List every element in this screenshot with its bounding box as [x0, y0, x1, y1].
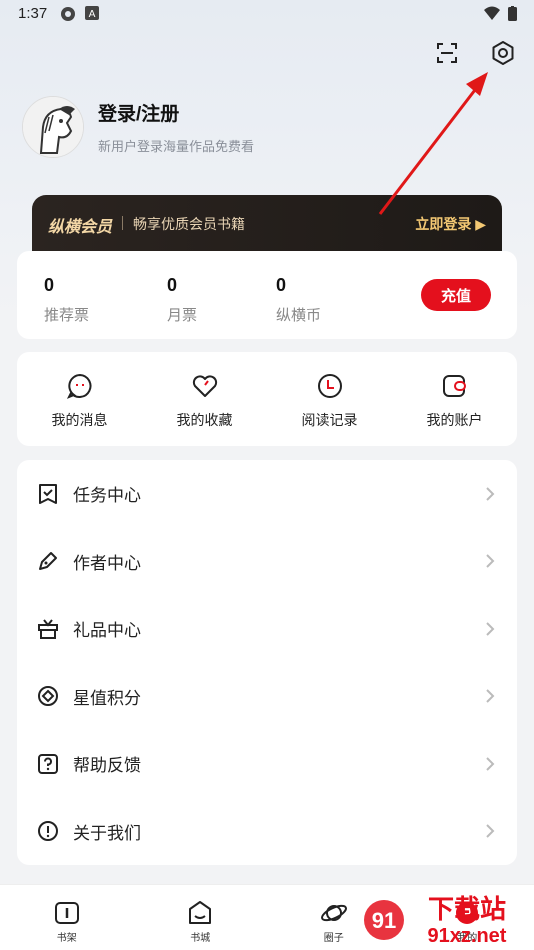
battery-icon	[508, 6, 517, 21]
pen-icon	[39, 552, 57, 571]
gear-icon	[492, 41, 514, 65]
tab-bookshelf[interactable]: 书架	[0, 885, 134, 950]
avatar-horse-icon	[23, 97, 83, 157]
vip-brand: 纵横会员	[48, 219, 113, 236]
clock-icon	[317, 374, 342, 398]
stat-coins[interactable]: 0 纵横币	[276, 275, 321, 325]
app-status-icon	[61, 7, 75, 21]
menu-item-tasks[interactable]: 任务中心	[17, 460, 517, 528]
login-subtitle: 新用户登录海量作品免费看	[98, 139, 255, 154]
vip-login-link[interactable]: 立即登录 ▶	[415, 213, 486, 234]
menu-item-about[interactable]: 关于我们	[17, 798, 517, 866]
stat-monthly-votes[interactable]: 0 月票	[167, 275, 197, 325]
help-icon	[38, 753, 58, 774]
svg-text:A: A	[89, 9, 96, 20]
quick-label: 我的消息	[51, 412, 108, 428]
settings-button[interactable]	[490, 40, 516, 66]
gift-icon	[38, 619, 58, 639]
scan-button[interactable]	[434, 40, 460, 66]
top-actions	[434, 40, 516, 66]
chevron-right-icon	[486, 689, 495, 703]
watermark-top: 下载站	[428, 895, 506, 925]
heart-icon	[192, 375, 217, 397]
quick-label: 我的收藏	[176, 412, 233, 428]
vip-description: 畅享优质会员书籍	[133, 216, 246, 232]
bookshelf-icon	[54, 902, 79, 924]
menu-item-help[interactable]: 帮助反馈	[17, 730, 517, 798]
chevron-right-icon	[486, 554, 495, 568]
menu-label: 礼品中心	[73, 621, 141, 641]
notification-a-icon: A	[85, 6, 99, 20]
quick-item-favorites[interactable]: 我的收藏	[142, 352, 267, 446]
svg-text:91: 91	[372, 908, 396, 933]
menu-list: 任务中心 作者中心 礼品中心 星值积分 帮助反馈 关于我们	[17, 460, 517, 865]
status-bar: 1:37 A	[0, 0, 534, 30]
site-watermark: 91 下载站 91xz.net	[364, 895, 507, 947]
wifi-icon	[484, 6, 500, 20]
quick-label: 阅读记录	[301, 412, 358, 428]
wallet-icon	[442, 375, 466, 397]
menu-label: 任务中心	[73, 486, 141, 506]
points-icon	[38, 686, 58, 707]
profile-text: 登录/注册 新用户登录海量作品免费看	[98, 99, 254, 155]
quick-item-history[interactable]: 阅读记录	[267, 352, 392, 446]
stats-card: 0 推荐票 0 月票 0 纵横币 充值	[17, 251, 517, 339]
info-icon	[38, 821, 58, 842]
stat-value: 0	[44, 275, 55, 295]
quick-item-messages[interactable]: 我的消息	[17, 352, 142, 446]
quick-item-account[interactable]: 我的账户	[392, 352, 517, 446]
tab-label: 圈子	[323, 933, 344, 944]
stat-label: 纵横币	[276, 307, 322, 324]
menu-label: 关于我们	[73, 823, 141, 843]
menu-label: 作者中心	[73, 553, 141, 573]
vip-banner[interactable]: 纵横会员 畅享优质会员书籍 立即登录 ▶	[32, 195, 502, 255]
bookstore-icon	[189, 901, 212, 924]
tab-bookstore[interactable]: 书城	[134, 885, 268, 950]
menu-label: 帮助反馈	[73, 756, 141, 776]
stat-label: 月票	[167, 307, 198, 324]
chevron-right-icon	[486, 487, 495, 501]
chevron-right-icon	[486, 757, 495, 771]
watermark-bottom: 91xz.net	[428, 925, 507, 947]
menu-label: 星值积分	[73, 688, 141, 708]
planet-icon	[320, 904, 347, 922]
recharge-button[interactable]: 充值	[421, 279, 491, 311]
menu-item-points[interactable]: 星值积分	[17, 663, 517, 731]
stat-value: 0	[167, 275, 178, 295]
profile-section[interactable]: 登录/注册 新用户登录海量作品免费看	[22, 96, 254, 158]
stat-recommend-votes[interactable]: 0 推荐票	[44, 275, 89, 325]
menu-item-gifts[interactable]: 礼品中心	[17, 595, 517, 663]
task-icon	[39, 483, 57, 504]
scan-icon	[437, 43, 457, 63]
avatar[interactable]	[22, 96, 84, 158]
quick-actions: 我的消息 我的收藏 阅读记录 我的账户	[17, 352, 517, 446]
menu-item-author[interactable]: 作者中心	[17, 528, 517, 596]
tab-label: 书架	[56, 933, 77, 944]
vip-divider	[122, 216, 124, 230]
chevron-right-icon	[486, 824, 495, 838]
stat-value: 0	[276, 275, 287, 295]
login-register-title[interactable]: 登录/注册	[98, 99, 254, 126]
status-time: 1:37	[18, 5, 48, 22]
chevron-right-icon	[486, 622, 495, 636]
tab-label: 书城	[190, 933, 211, 944]
quick-label: 我的账户	[426, 412, 483, 428]
stat-label: 推荐票	[44, 307, 90, 324]
message-icon	[66, 373, 91, 399]
